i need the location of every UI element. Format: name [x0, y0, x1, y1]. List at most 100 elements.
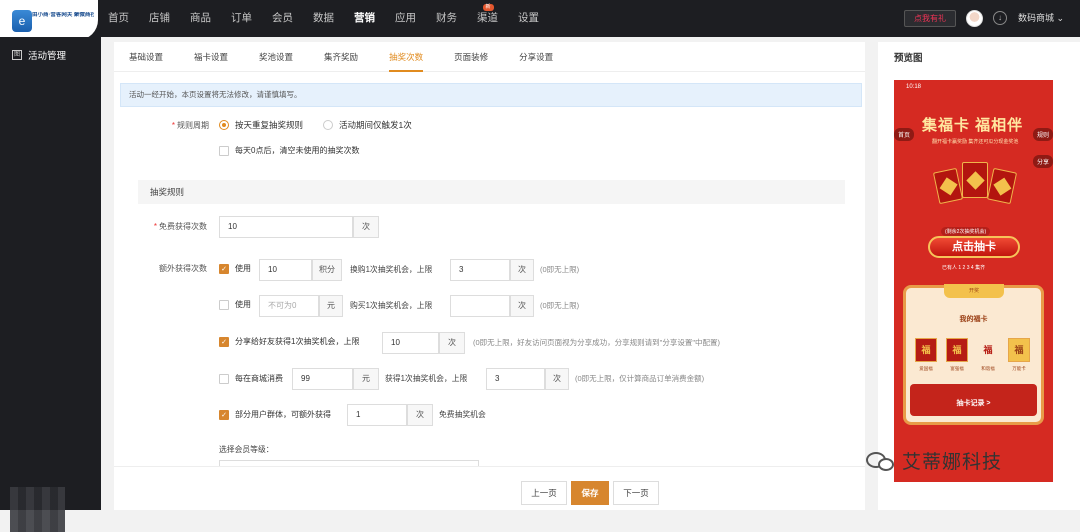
preview-headline: 集福卡 福相伴 [922, 117, 1024, 134]
phone-preview: 10:18 首页 规则 分享 集福卡 福相伴 翻开福卡赢奖励 集齐还可瓜分现金奖… [894, 80, 1053, 482]
preview-card-label: 富强福 [950, 366, 964, 371]
preview-title: 预览图 [894, 53, 923, 64]
preview-home-tag: 首页 [894, 128, 915, 141]
nav-item[interactable]: 店铺 [139, 0, 180, 37]
tab[interactable]: 抽奖次数 [389, 42, 424, 72]
chevron-down-icon: ⌄ [1056, 13, 1065, 23]
spend-hint: (0即无上限，仅计算商品订单消费金额) [575, 374, 705, 383]
tab[interactable]: 分享设置 [519, 42, 553, 72]
points-text: 换购1次抽奖机会，上限 [350, 265, 433, 274]
tab[interactable]: 集齐奖励 [324, 42, 358, 72]
group-count-input[interactable]: 1 [347, 404, 407, 426]
notice-banner: 活动一经开始，本页设置将无法修改，请谨慎填写。 [120, 83, 862, 107]
nav-item[interactable]: 营销 [344, 0, 385, 37]
preview-draw-button: 点击抽卡 [928, 236, 1020, 258]
preview-card-label: 万能卡 [1012, 366, 1026, 371]
preview-record-link: 抽卡记录 > [956, 400, 991, 407]
sidebar: 图 活动管理 [0, 37, 101, 532]
radio-once[interactable]: 活动期间仅触发1次 [323, 119, 412, 131]
preview-cards-panel: 开奖 我的福卡 福 福 福 福 爱国福 富强福 和谐福 万能卡 抽卡记录 > [903, 284, 1044, 425]
wechat-icon [866, 450, 896, 472]
purchase-hint: (0即无上限) [540, 301, 580, 310]
free-count-input[interactable]: 10 [219, 216, 353, 238]
main-panel: 基础设置 福卡设置 奖池设置 集齐奖励 抽奖次数 页面装修 分享设置 活动一经开始，本页设置… [114, 42, 865, 510]
share-hint: (0即无上限，好友访问页面视为分享成功，分享规则请到"分享设置"中配置) [473, 338, 720, 347]
preview-chance-pill: (剩余2次抽奖机会) [941, 227, 991, 236]
grid-icon: 图 [12, 50, 22, 60]
purchase-limit-input[interactable] [450, 295, 510, 317]
spend-limit-input[interactable]: 3 [486, 368, 545, 390]
nav-item[interactable]: 设置 [508, 0, 549, 37]
next-page-button[interactable]: 下一页 [613, 481, 659, 505]
group-checkbox[interactable]: ✓ 部分用户群体，可额外获得 [219, 409, 331, 420]
purchase-unit: 元 [319, 295, 343, 317]
preview-collected-count: 已有人 1 2 3 4 集齐 [942, 265, 986, 271]
spend-limit-unit: 次 [545, 368, 569, 390]
free-unit: 次 [353, 216, 379, 238]
nav-item[interactable]: 首页 [98, 0, 139, 37]
phone-status-time: 10:18 [906, 84, 922, 90]
tab[interactable]: 基础设置 [129, 42, 163, 72]
spend-unit: 元 [353, 368, 379, 390]
gift-button[interactable]: 点我有礼 [904, 10, 956, 27]
spend-checkbox[interactable]: 每在商城消费 [219, 373, 283, 384]
preview-card: 福 [915, 338, 937, 362]
rule-period-label: * 规则周期 [171, 121, 209, 130]
group-suffix: 免费抽奖机会 [439, 410, 486, 419]
nav-item[interactable]: 订单 [221, 0, 262, 37]
points-unit: 积分 [312, 259, 342, 281]
tab[interactable]: 福卡设置 [194, 42, 228, 72]
app-logo[interactable]: e 由小商·营客网关 聚微商社交分销网络 [0, 0, 98, 40]
member-level-label: 选择会员等级： [219, 445, 274, 454]
save-button[interactable]: 保存 [571, 481, 609, 505]
nav-item[interactable]: 数据 [303, 0, 344, 37]
purchase-checkbox[interactable]: 使用 [219, 299, 251, 310]
prev-page-button[interactable]: 上一页 [521, 481, 567, 505]
sidebar-item-activity[interactable]: 图 活动管理 [12, 48, 66, 62]
nav-item[interactable]: 商品 [180, 0, 221, 37]
spend-text: 获得1次抽奖机会，上限 [385, 374, 468, 383]
nav-item[interactable]: 会员 [262, 0, 303, 37]
main-nav: 首页 店铺 商品 订单 会员 数据 营销 应用 财务 渠道新设置 [98, 0, 549, 37]
tab[interactable]: 页面装修 [454, 42, 488, 72]
logo-icon: e [12, 10, 32, 32]
download-icon[interactable]: ↓ [993, 11, 1007, 25]
purchase-text: 购买1次抽奖机会，上限 [350, 301, 433, 310]
group-count-unit: 次 [407, 404, 433, 426]
points-input[interactable]: 10 [259, 259, 312, 281]
preview-card: 福 [1008, 338, 1030, 362]
share-checkbox[interactable]: ✓ 分享给好友获得1次抽奖机会，上限 [219, 336, 359, 347]
watermark: 艾蒂娜科技 [866, 447, 1002, 474]
preview-subtitle: 翻开福卡赢奖励 集齐还可瓜分现金奖池 [932, 139, 1019, 145]
points-limit-unit: 次 [510, 259, 534, 281]
points-checkbox[interactable]: ✓ 使用 [219, 263, 251, 274]
radio-daily[interactable]: 按天重复抽奖规则 [219, 119, 303, 131]
nav-item[interactable]: 财务 [426, 0, 467, 37]
tab[interactable]: 奖池设置 [259, 42, 293, 72]
red-envelopes-image [932, 160, 1018, 214]
preview-card-label: 和谐福 [981, 366, 995, 371]
share-limit-input[interactable]: 10 [382, 332, 439, 354]
share-limit-unit: 次 [439, 332, 465, 354]
nav-item[interactable]: 应用 [385, 0, 426, 37]
preview-share-tag: 分享 [1032, 155, 1053, 168]
purchase-limit-unit: 次 [510, 295, 534, 317]
preview-card-label: 爱国福 [919, 366, 933, 371]
spend-amount-input[interactable]: 99 [292, 368, 353, 390]
preview-panel: 预览图 10:18 首页 规则 分享 集福卡 福相伴 翻开福卡赢奖励 集齐还可瓜… [878, 42, 1080, 510]
free-label: * 免费获得次数 [153, 222, 207, 231]
points-limit-input[interactable]: 3 [450, 259, 510, 281]
avatar[interactable] [966, 10, 983, 27]
tab-bar: 基础设置 福卡设置 奖池设置 集齐奖励 抽奖次数 页面装修 分享设置 [114, 42, 865, 72]
shop-switcher[interactable]: 数码商城 ⌄ [1018, 11, 1064, 25]
clear-checkbox[interactable]: 每天0点后，清空未使用的抽奖次数 [219, 145, 359, 156]
footer-bar: 上一页 保存 下一页 [114, 466, 865, 510]
points-hint: (0即无上限) [540, 265, 580, 274]
nav-item[interactable]: 渠道新 [467, 0, 508, 37]
purchase-amount-input[interactable]: 不可为0 [259, 295, 319, 317]
preview-my-cards: 我的福卡 [959, 316, 988, 323]
preview-card: 福 [983, 345, 993, 355]
preview-open-tag: 开奖 [944, 284, 1004, 298]
logo-text: 由小商·营客网关 聚微商社交分销网络 [32, 12, 94, 18]
nav-badge: 新 [482, 4, 494, 11]
